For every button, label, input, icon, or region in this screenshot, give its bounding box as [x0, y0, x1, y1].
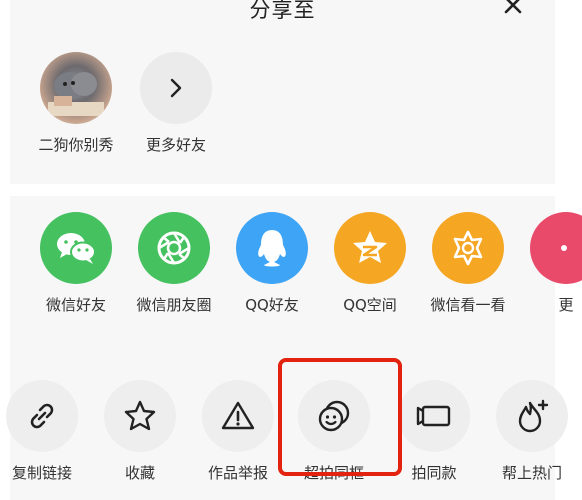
favorite-button[interactable]: 收藏	[90, 380, 190, 483]
boost-trending-button[interactable]: 帮上热门	[482, 380, 582, 483]
section-divider	[10, 184, 555, 196]
share-label: 微信朋友圈	[136, 296, 212, 314]
qq-icon	[236, 212, 308, 284]
share-label: QQ好友	[245, 296, 299, 314]
action-label: 作品举报	[207, 464, 268, 482]
close-icon[interactable]	[500, 0, 526, 18]
share-label: 微信好友	[45, 296, 106, 314]
avatar	[40, 52, 112, 124]
more-friends-label: 更多好友	[145, 136, 206, 154]
sheet-title: 分享至	[249, 0, 316, 22]
action-label: 收藏	[124, 464, 155, 482]
warning-icon	[202, 380, 274, 452]
share-label: 微信看一看	[430, 296, 506, 314]
share-label: QQ空间	[343, 296, 397, 314]
report-button[interactable]: 作品举报	[188, 380, 288, 483]
action-label: 复制链接	[11, 464, 72, 482]
highlight-box	[278, 358, 402, 476]
share-sheet: 分享至 二狗你别秀 更多好友 微信好友 微信朋友圈 QQ好友 QQ空间 微信看一…	[6, 0, 582, 500]
copy-link-button[interactable]: 复制链接	[0, 380, 92, 483]
share-label: 更	[558, 296, 574, 314]
share-more-app[interactable]: 更	[516, 212, 582, 315]
camera-icon	[398, 380, 470, 452]
wechat-look-icon	[432, 212, 504, 284]
more-app-icon	[530, 212, 582, 284]
share-qzone[interactable]: QQ空间	[320, 212, 420, 315]
more-friends-button[interactable]: 更多好友	[126, 52, 226, 155]
star-icon	[104, 380, 176, 452]
friend-name: 二狗你别秀	[38, 136, 114, 154]
share-qq-friend[interactable]: QQ好友	[222, 212, 322, 315]
chevron-right-icon	[140, 52, 212, 124]
friend-item[interactable]: 二狗你别秀	[26, 52, 126, 155]
wechat-icon	[40, 212, 112, 284]
action-label: 帮上热门	[501, 464, 562, 482]
moments-icon	[138, 212, 210, 284]
flame-icon	[496, 380, 568, 452]
link-icon	[6, 380, 78, 452]
share-wechat-look[interactable]: 微信看一看	[418, 212, 518, 315]
share-wechat-moments[interactable]: 微信朋友圈	[124, 212, 224, 315]
share-wechat-friend[interactable]: 微信好友	[26, 212, 126, 315]
qzone-icon	[334, 212, 406, 284]
